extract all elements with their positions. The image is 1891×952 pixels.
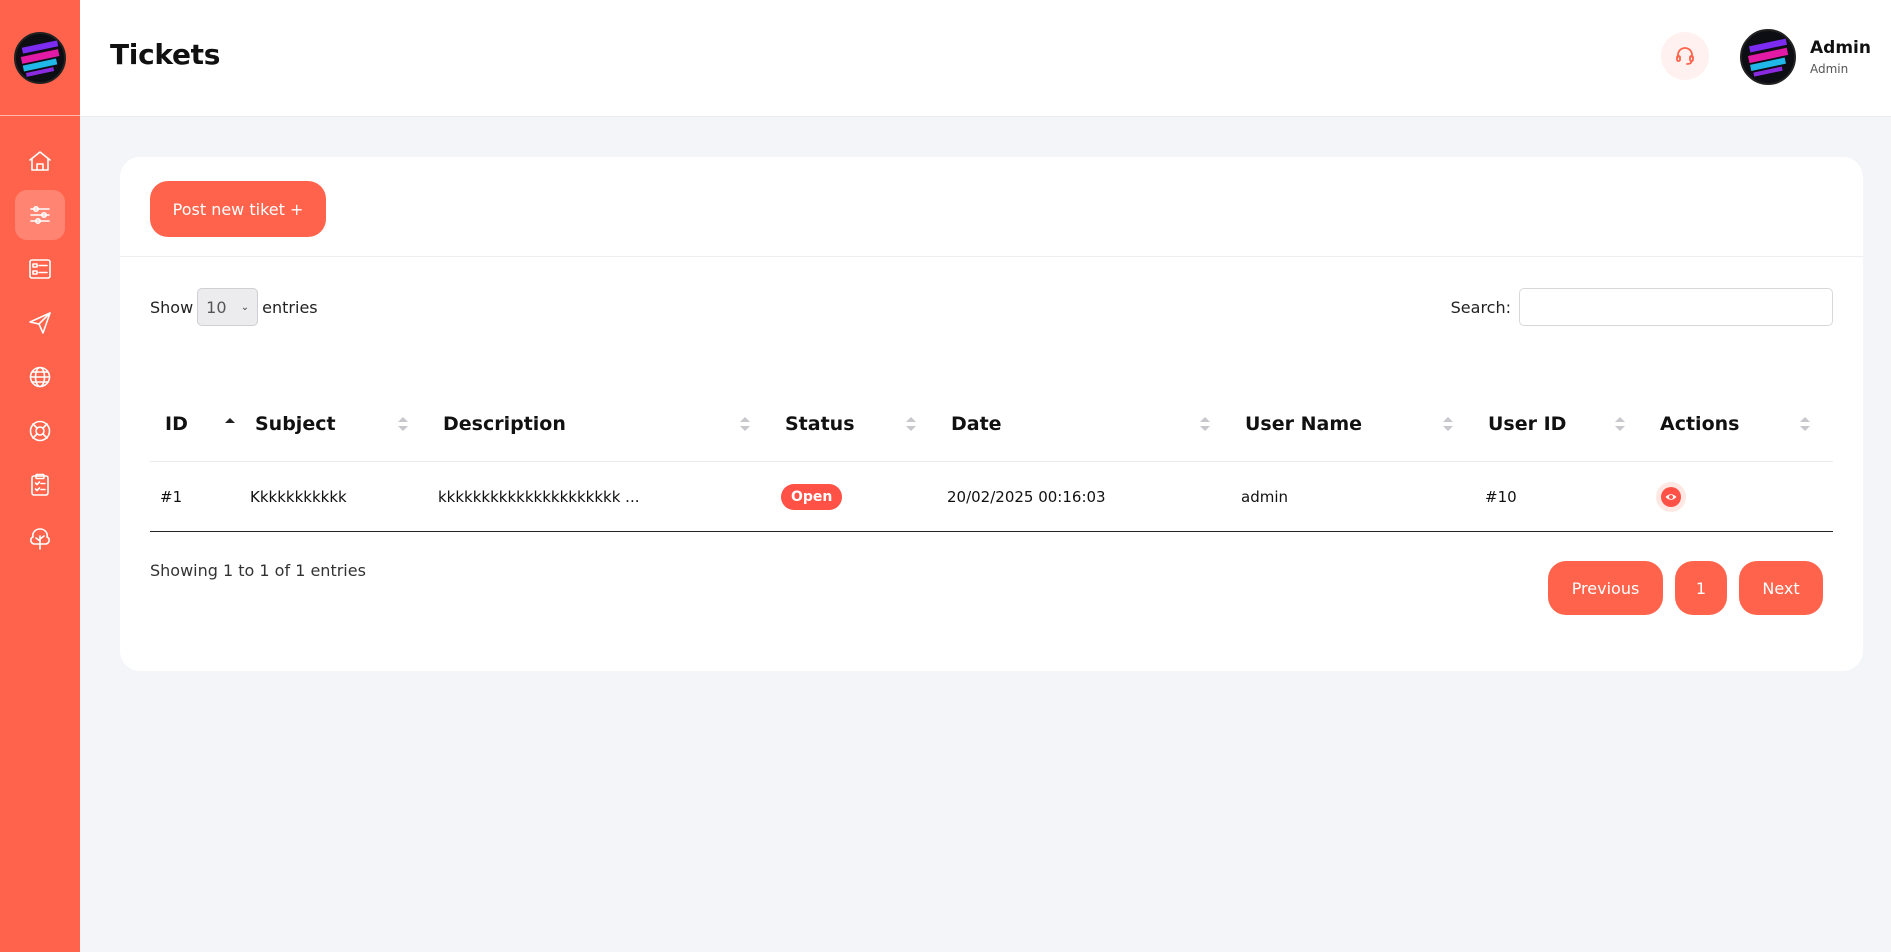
- view-ticket-button[interactable]: [1656, 482, 1686, 512]
- post-new-ticket-button[interactable]: Post new tiket +: [150, 181, 326, 237]
- status-badge: Open: [781, 484, 843, 510]
- show-label: Show: [150, 297, 194, 317]
- sidebar-nav: [0, 136, 80, 568]
- app-logo[interactable]: [14, 31, 66, 84]
- eye-icon-wrap: [1661, 487, 1681, 507]
- cell-actions: [1656, 462, 1686, 532]
- entries-label: entries: [262, 297, 318, 317]
- next-page-button[interactable]: Next: [1739, 561, 1823, 615]
- sort-icon[interactable]: [1614, 385, 1626, 462]
- search-input[interactable]: [1519, 288, 1833, 326]
- search-control: Search:: [1451, 288, 1833, 326]
- sidebar-item-sliders[interactable]: [15, 190, 65, 240]
- entries-length-select[interactable]: 10 ⌄: [197, 288, 259, 326]
- support-icon: [29, 420, 51, 442]
- column-header-actions[interactable]: Actions: [1660, 385, 1739, 462]
- sidebar-item-globe[interactable]: [15, 352, 65, 402]
- list-icon: [29, 259, 51, 279]
- card-divider: [120, 256, 1863, 257]
- user-name: Admin: [1810, 38, 1871, 58]
- support-button[interactable]: [1661, 32, 1709, 80]
- table-info: Showing 1 to 1 of 1 entries: [150, 561, 366, 580]
- cell-status: Open: [781, 462, 843, 532]
- column-header-date[interactable]: Date: [951, 385, 1002, 462]
- tickets-table: ID Subject Description Status Date User …: [150, 385, 1833, 532]
- logo-graphic: [20, 39, 60, 77]
- cell-date: 20/02/2025 00:16:03: [947, 488, 1106, 506]
- cell-id: #1: [160, 488, 183, 506]
- page-1-button[interactable]: 1: [1675, 561, 1727, 615]
- column-header-description[interactable]: Description: [443, 385, 566, 462]
- sort-icon[interactable]: [1199, 385, 1211, 462]
- avatar-graphic: [1747, 38, 1789, 77]
- sidebar-item-support[interactable]: [15, 406, 65, 456]
- user-role: Admin: [1810, 62, 1849, 76]
- entries-length-control: Show 10 ⌄ entries: [150, 288, 318, 326]
- pagination: Previous 1 Next: [1536, 561, 1823, 615]
- sort-icon[interactable]: [739, 385, 751, 462]
- sidebar-item-send[interactable]: [15, 298, 65, 348]
- column-header-status[interactable]: Status: [785, 385, 855, 462]
- column-header-id[interactable]: ID: [165, 385, 188, 462]
- column-header-user-name[interactable]: User Name: [1245, 385, 1362, 462]
- clipboard-icon: [31, 473, 49, 496]
- sort-icon[interactable]: [397, 385, 409, 462]
- home-icon: [29, 151, 51, 171]
- sort-icon[interactable]: [1799, 385, 1811, 462]
- search-label: Search:: [1450, 297, 1511, 317]
- table-header: ID Subject Description Status Date User …: [150, 385, 1833, 462]
- sidebar-logo-area: [0, 0, 80, 116]
- eye-icon: [1665, 494, 1677, 500]
- headset-icon: [1676, 47, 1694, 65]
- sort-icon[interactable]: [905, 385, 917, 462]
- cell-description: kkkkkkkkkkkkkkkkkkkkk ...: [438, 488, 640, 506]
- cell-user-name: admin: [1241, 488, 1288, 506]
- tree-icon: [30, 528, 50, 550]
- avatar[interactable]: [1740, 29, 1796, 85]
- send-icon: [29, 312, 51, 334]
- table-row[interactable]: #1 Kkkkkkkkkkk kkkkkkkkkkkkkkkkkkkkk ...…: [150, 462, 1833, 532]
- sidebar-item-list[interactable]: [15, 244, 65, 294]
- tickets-card: Post new tiket + Show 10 ⌄ entries Searc…: [120, 157, 1863, 671]
- previous-page-button[interactable]: Previous: [1548, 561, 1663, 615]
- sidebar-item-tree[interactable]: [15, 514, 65, 564]
- cell-subject: Kkkkkkkkkkk: [250, 488, 347, 506]
- column-header-user-id[interactable]: User ID: [1488, 385, 1566, 462]
- page-title: Tickets: [110, 38, 221, 71]
- globe-icon: [29, 366, 51, 388]
- entries-length-value: 10: [206, 297, 227, 317]
- cell-user-id: #10: [1485, 488, 1517, 506]
- column-header-subject[interactable]: Subject: [255, 385, 336, 462]
- sort-icon[interactable]: [1442, 385, 1454, 462]
- sidebar-item-clipboard[interactable]: [15, 460, 65, 510]
- top-header: Tickets Admin Admin: [80, 0, 1891, 117]
- sort-asc-icon[interactable]: [224, 385, 236, 462]
- sliders-icon: [30, 206, 50, 224]
- sidebar-item-home[interactable]: [15, 136, 65, 186]
- sidebar: [0, 0, 80, 952]
- chevron-down-icon: ⌄: [240, 301, 250, 313]
